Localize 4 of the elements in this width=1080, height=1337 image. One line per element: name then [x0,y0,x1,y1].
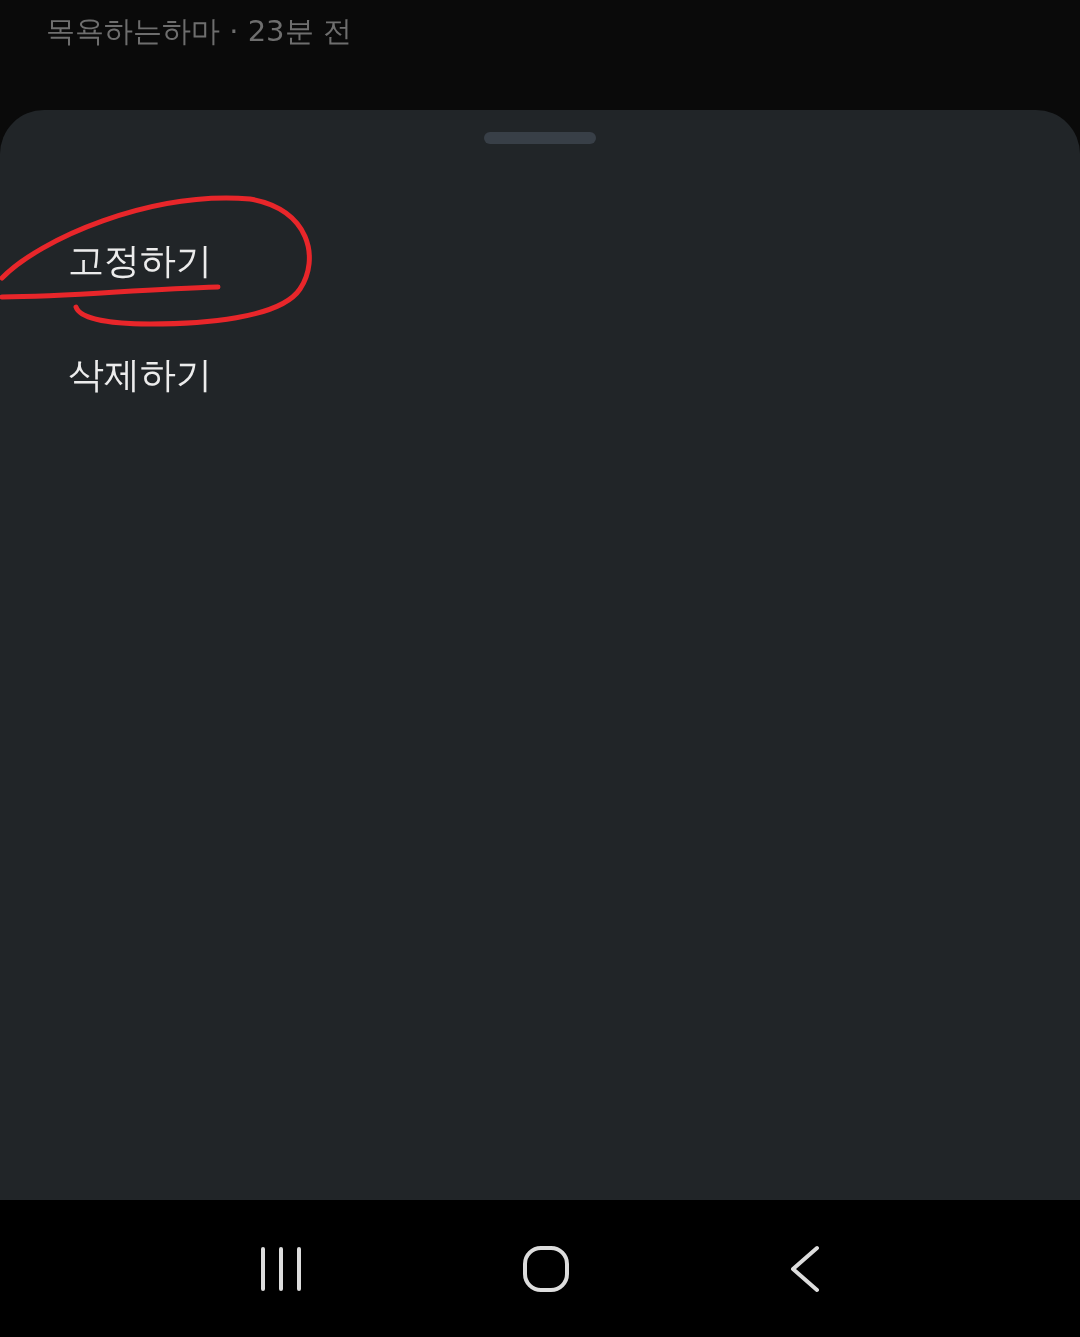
menu-option[interactable]: 삭제하기 [0,318,280,432]
drag-handle[interactable] [484,132,596,144]
comment-meta: 목욕하는하마 · 23분 전 [46,14,353,49]
menu-option[interactable]: 고정하기 [0,204,280,318]
